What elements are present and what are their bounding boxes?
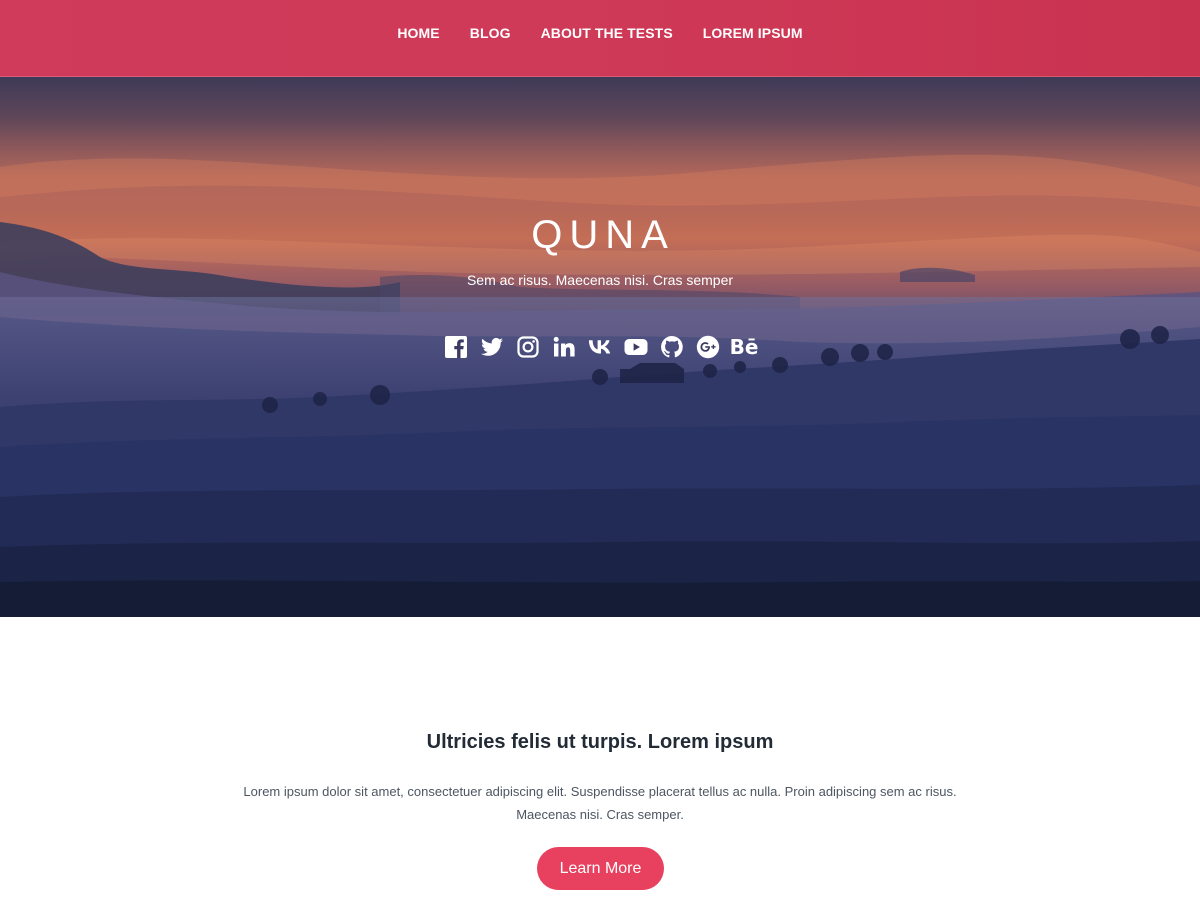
- top-navigation-bar: HOME BLOG ABOUT THE TESTS LOREM IPSUM: [0, 0, 1200, 77]
- menu-link-blog[interactable]: BLOG: [455, 23, 526, 43]
- menu-link-about-the-tests[interactable]: ABOUT THE TESTS: [526, 23, 688, 43]
- hero-content: QUNA Sem ac risus. Maecenas nisi. Cras s…: [0, 77, 1200, 617]
- youtube-link[interactable]: [624, 335, 648, 359]
- github-link[interactable]: [660, 335, 684, 359]
- site-title[interactable]: QUNA: [0, 213, 1200, 258]
- facebook-link[interactable]: [444, 335, 468, 359]
- menu-item-lorem-ipsum: LOREM IPSUM: [688, 23, 818, 43]
- menu-item-blog: BLOG: [455, 23, 526, 43]
- google-plus-icon: [696, 335, 720, 359]
- main-menu: HOME BLOG ABOUT THE TESTS LOREM IPSUM: [382, 23, 817, 43]
- linkedin-link[interactable]: [552, 335, 576, 359]
- github-icon: [661, 336, 683, 358]
- google-plus-link[interactable]: [696, 335, 720, 359]
- twitter-icon: [481, 337, 503, 356]
- learn-more-button[interactable]: Learn More: [537, 847, 664, 890]
- instagram-link[interactable]: [516, 335, 540, 359]
- linkedin-icon: [553, 336, 575, 357]
- behance-icon: Bē: [729, 335, 759, 359]
- twitter-link[interactable]: [480, 335, 504, 359]
- feature-description: Lorem ipsum dolor sit amet, consectetuer…: [243, 784, 957, 822]
- menu-link-home[interactable]: HOME: [382, 23, 454, 43]
- youtube-icon: [624, 339, 648, 355]
- social-links: Bē: [0, 335, 1200, 359]
- instagram-icon: [517, 336, 539, 358]
- hero-banner: QUNA Sem ac risus. Maecenas nisi. Cras s…: [0, 77, 1200, 617]
- menu-item-about-the-tests: ABOUT THE TESTS: [526, 23, 688, 43]
- site-tagline: Sem ac risus. Maecenas nisi. Cras semper: [466, 272, 734, 288]
- menu-link-lorem-ipsum[interactable]: LOREM IPSUM: [688, 23, 818, 43]
- facebook-icon: [445, 336, 467, 358]
- behance-link[interactable]: Bē: [729, 335, 759, 359]
- vk-link[interactable]: [588, 335, 612, 359]
- feature-heading: Ultricies felis ut turpis. Lorem ipsum: [426, 731, 774, 753]
- feature-section: Ultricies felis ut turpis. Lorem ipsum L…: [0, 617, 1200, 900]
- vk-icon: [588, 340, 611, 354]
- menu-item-home: HOME: [382, 23, 454, 43]
